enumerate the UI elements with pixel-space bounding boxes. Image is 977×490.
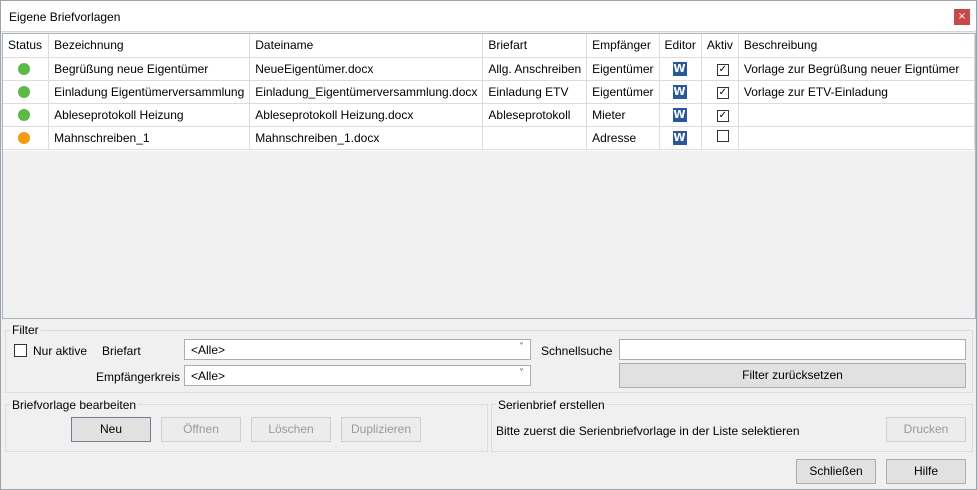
briefart-select-value: <Alle>: [191, 343, 226, 357]
bezeichnung-cell: Begrüßung neue Eigentümer: [48, 57, 251, 81]
empfaengerkreis-select-value: <Alle>: [191, 369, 226, 383]
editor-cell: W: [659, 126, 702, 150]
aktiv-cell: [701, 126, 739, 150]
neu-button[interactable]: Neu: [71, 417, 151, 442]
dialog-window: Eigene Briefvorlagen × Status Bezeichnun…: [0, 0, 977, 490]
col-header-status[interactable]: Status: [3, 34, 50, 58]
empfaengerkreis-select[interactable]: <Alle> ˅: [184, 365, 531, 386]
col-header-beschreibung[interactable]: Beschreibung: [738, 34, 975, 58]
table-row[interactable]: Begrüßung neue Eigentümer NeueEigentümer…: [3, 57, 975, 81]
empfaenger-cell: Adresse: [586, 126, 660, 150]
col-header-empfaenger[interactable]: Empfänger: [586, 34, 660, 58]
schliessen-button[interactable]: Schließen: [796, 459, 876, 484]
editor-cell: W: [659, 80, 702, 104]
briefart-cell: Allg. Anschreiben: [482, 57, 588, 81]
empfaengerkreis-label: Empfängerkreis: [96, 370, 181, 384]
dateiname-cell: Ableseprotokoll Heizung.docx: [249, 103, 484, 127]
editor-cell: W: [659, 103, 702, 127]
dateiname-cell: NeueEigentümer.docx: [249, 57, 484, 81]
schnellsuche-input[interactable]: [619, 339, 966, 360]
status-cell: [3, 103, 50, 127]
word-icon[interactable]: W: [672, 108, 687, 122]
window-title: Eigene Briefvorlagen: [9, 10, 121, 24]
bezeichnung-cell: Mahnschreiben_1: [48, 126, 251, 150]
bezeichnung-cell: Ableseprotokoll Heizung: [48, 103, 251, 127]
briefart-cell: [482, 126, 588, 150]
nur-aktive-label: Nur aktive: [33, 344, 88, 358]
col-header-editor[interactable]: Editor: [659, 34, 702, 58]
oeffnen-button[interactable]: Öffnen: [161, 417, 241, 442]
status-dot-icon: [18, 86, 30, 99]
template-grid: Status Bezeichnung Dateiname Briefart Em…: [2, 33, 976, 319]
status-dot-icon: [18, 109, 30, 122]
status-cell: [3, 80, 50, 104]
aktiv-cell: ✓: [701, 57, 739, 81]
dateiname-cell: Mahnschreiben_1.docx: [249, 126, 484, 150]
bezeichnung-cell: Einladung Eigentümerversammlung: [48, 80, 251, 104]
empfaenger-cell: Eigentümer: [586, 80, 660, 104]
beschreibung-cell: [738, 103, 975, 127]
aktiv-checkbox[interactable]: ✓: [716, 87, 729, 99]
empfaenger-cell: Eigentümer: [586, 57, 660, 81]
title-bar: Eigene Briefvorlagen ×: [1, 1, 976, 32]
aktiv-checkbox[interactable]: ✓: [716, 110, 729, 122]
col-header-aktiv[interactable]: Aktiv: [701, 34, 739, 58]
editor-cell: W: [659, 57, 702, 81]
status-cell: [3, 126, 50, 150]
word-icon[interactable]: W: [672, 62, 687, 76]
word-icon[interactable]: W: [672, 85, 687, 99]
grid-empty-area: [3, 151, 975, 318]
word-icon[interactable]: W: [672, 131, 687, 145]
briefart-label: Briefart: [102, 344, 141, 358]
table-header-row: Status Bezeichnung Dateiname Briefart Em…: [3, 34, 975, 58]
col-header-bezeichnung[interactable]: Bezeichnung: [48, 34, 251, 58]
beschreibung-cell: Vorlage zur Begrüßung neuer Eigntümer: [738, 57, 975, 81]
chevron-down-icon: ˅: [519, 368, 524, 379]
beschreibung-cell: Vorlage zur ETV-Einladung: [738, 80, 975, 104]
briefart-cell: Ableseprotokoll: [482, 103, 588, 127]
status-cell: [3, 57, 50, 81]
col-header-briefart[interactable]: Briefart: [482, 34, 588, 58]
table-row[interactable]: Ableseprotokoll Heizung Ableseprotokoll …: [3, 103, 975, 127]
filter-group-label: Filter: [10, 323, 41, 337]
filter-reset-button[interactable]: Filter zurücksetzen: [619, 363, 966, 388]
schnellsuche-label: Schnellsuche: [541, 344, 613, 358]
aktiv-cell: ✓: [701, 103, 739, 127]
serienbrief-group-label: Serienbrief erstellen: [496, 398, 607, 412]
duplizieren-button[interactable]: Duplizieren: [341, 417, 421, 442]
beschreibung-cell: [738, 126, 975, 150]
empfaenger-cell: Mieter: [586, 103, 660, 127]
status-dot-icon: [18, 132, 30, 145]
aktiv-cell: ✓: [701, 80, 739, 104]
table-row[interactable]: Einladung Eigentümerversammlung Einladun…: [3, 80, 975, 104]
briefart-cell: Einladung ETV: [482, 80, 588, 104]
serienbrief-hint: Bitte zuerst die Serienbriefvorlage in d…: [496, 424, 800, 438]
aktiv-checkbox[interactable]: [716, 130, 729, 142]
bearbeiten-group-label: Briefvorlage bearbeiten: [10, 398, 139, 412]
col-header-dateiname[interactable]: Dateiname: [249, 34, 484, 58]
briefart-select[interactable]: <Alle> ˅: [184, 339, 531, 360]
close-button[interactable]: ×: [954, 9, 970, 25]
hilfe-button[interactable]: Hilfe: [886, 459, 966, 484]
nur-aktive-checkbox[interactable]: [14, 344, 27, 357]
drucken-button[interactable]: Drucken: [886, 417, 966, 442]
table-row[interactable]: Mahnschreiben_1 Mahnschreiben_1.docx Adr…: [3, 126, 975, 150]
aktiv-checkbox[interactable]: ✓: [716, 64, 729, 76]
template-table: Status Bezeichnung Dateiname Briefart Em…: [3, 34, 975, 150]
chevron-down-icon: ˅: [519, 342, 524, 353]
loeschen-button[interactable]: Löschen: [251, 417, 331, 442]
dateiname-cell: Einladung_Eigentümerversammlung.docx: [249, 80, 484, 104]
status-dot-icon: [18, 63, 30, 76]
